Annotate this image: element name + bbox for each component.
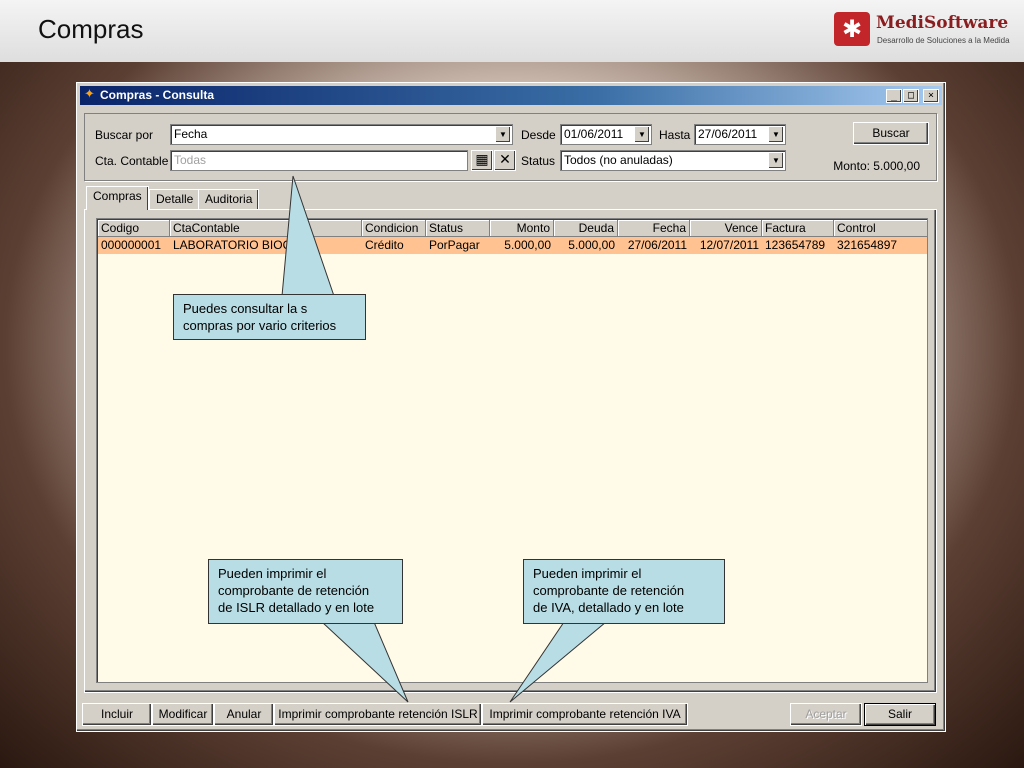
callout-pointer-islr (320, 621, 409, 703)
callout-line: Pueden imprimir el (533, 566, 642, 581)
callout-line: comprobante de retención (218, 583, 370, 598)
callout-line: de IVA, detallado y en lote (533, 600, 684, 615)
callout-islr: Pueden imprimir el comprobante de retenc… (208, 559, 403, 624)
callout-pointer-consultar (281, 175, 335, 297)
callout-pointer-iva (509, 621, 608, 703)
callout-iva: Pueden imprimir el comprobante de retenc… (523, 559, 725, 624)
callout-line: comprobante de retención (533, 583, 685, 598)
callout-line: de ISLR detallado y en lote (218, 600, 375, 615)
callout-consultar: Puedes consultar la s compras por vario … (173, 294, 366, 340)
callout-line: compras por vario criterios (183, 318, 337, 333)
callout-line: Pueden imprimir el (218, 566, 327, 581)
callout-pointers (281, 175, 608, 703)
callout-line: Puedes consultar la s (183, 301, 308, 316)
tab-compras[interactable]: Compras (86, 186, 149, 210)
